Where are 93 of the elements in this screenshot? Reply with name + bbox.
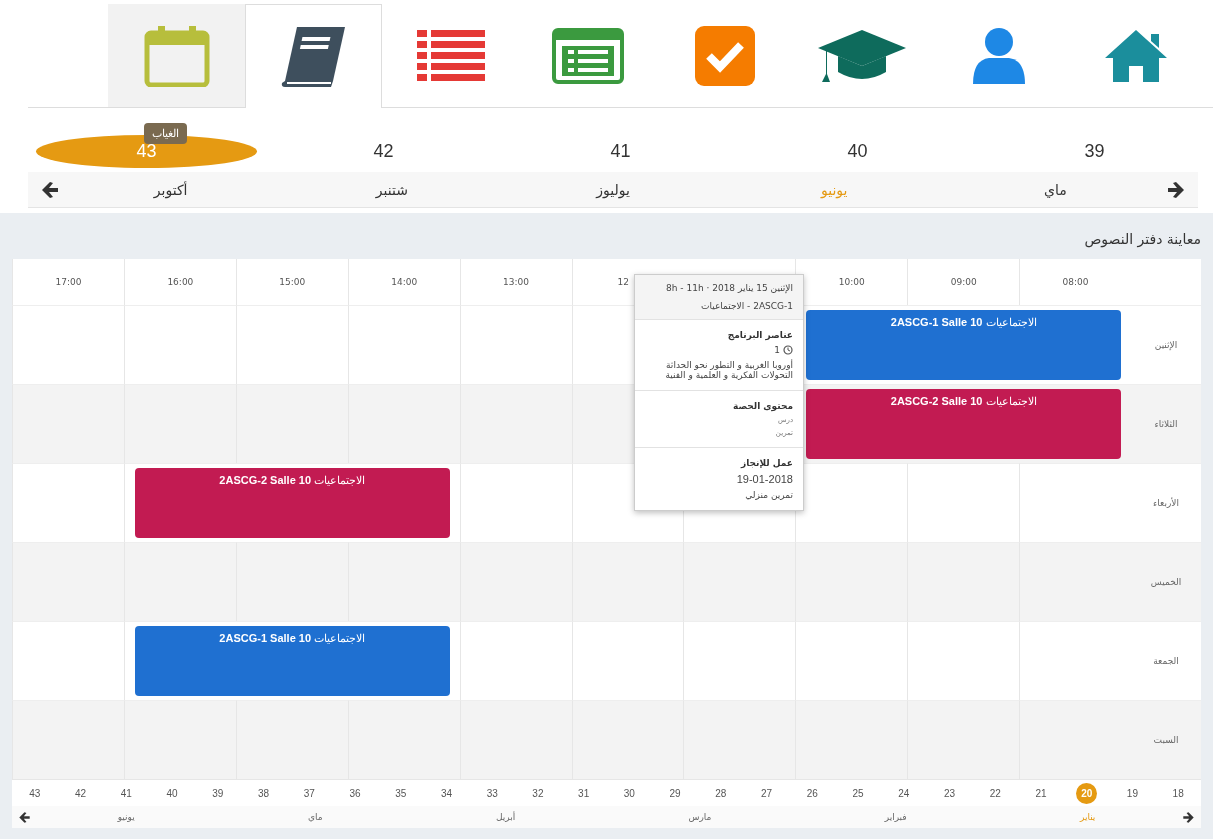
timetable-slot[interactable] [235,384,348,463]
timetable-slot[interactable] [683,700,796,779]
week-number[interactable]: 41 [596,137,645,165]
next-arrow-icon[interactable] [1166,179,1186,200]
timetable-slot[interactable] [459,384,572,463]
timetable-slot[interactable] [795,700,908,779]
day-label: الخميس [1131,542,1201,621]
timetable-slot[interactable] [459,700,572,779]
checkbox-icon [693,25,756,87]
timetable-slot[interactable] [571,700,684,779]
section-text: أوروبا الغربية و التطور نحو الحداثة التحولات الفكرية و العلمية و الفنية [664,360,793,380]
timetable-slot[interactable] [123,542,236,621]
day-label: الثلاثاء [1131,384,1201,463]
week-number[interactable]: 39 [212,787,224,799]
month-label[interactable]: يوليوز [596,181,630,198]
list-icon [414,28,487,84]
previous-arrow-icon[interactable] [18,810,31,824]
timetable-slot[interactable] [347,700,460,779]
next-arrow-icon[interactable] [1182,810,1195,824]
week-number[interactable]: 35 [395,787,407,799]
hour-label: 09:00 [907,259,1020,305]
month-label[interactable]: أبريل [495,812,516,822]
week-number[interactable]: 28 [715,787,727,799]
previous-arrow-icon[interactable] [40,179,60,200]
week-number[interactable]: 30 [623,787,635,799]
week-number[interactable]: 42 [359,137,408,165]
timetable-slot[interactable] [12,700,124,779]
clock-icon [783,345,793,355]
timetable-slot[interactable] [347,542,460,621]
section-text: تمرين منزلي [744,490,793,500]
hour-label: 17:00 [12,259,124,305]
timetable-slot[interactable] [12,384,124,463]
month-label[interactable]: ماي [1044,181,1067,198]
timetable-slot[interactable] [347,384,460,463]
panel-title: معاينة دفتر النصوص [1084,231,1201,247]
section-title: عناصر البرنامج [726,330,793,340]
week-number[interactable]: 24 [898,787,910,799]
week-number[interactable]: 39 [1070,137,1119,165]
week-number[interactable]: 18 [1172,787,1184,799]
week-number[interactable]: 19 [1126,787,1138,799]
week-number[interactable]: 26 [806,787,818,799]
timetable-slot[interactable] [235,542,348,621]
form-icon [551,28,624,84]
hour-label: 16:00 [123,259,236,305]
week-number[interactable]: 23 [943,787,956,799]
month-label[interactable]: ماي [308,812,323,822]
timetable-slot[interactable] [1019,542,1131,621]
week-number[interactable]: 40 [166,787,178,799]
week-number[interactable]: 33 [486,787,498,799]
month-label[interactable]: مارس [688,812,712,822]
timetable-slot[interactable] [123,700,236,779]
month-label[interactable]: أكتوبر [153,181,188,198]
month-label[interactable]: شتنبر [375,181,408,198]
timetable-slot[interactable] [123,384,236,463]
timetable-slot[interactable] [571,542,684,621]
due-date: 19-01-2018 [735,473,793,485]
timetable-slot[interactable] [12,542,124,621]
popover-class: 2ASCG-1 - الاجتماعيات [700,301,793,311]
week-number[interactable]: 42 [75,787,87,799]
week-number[interactable]: 38 [257,787,270,799]
timetable-slot[interactable] [683,542,796,621]
timetable-slot[interactable] [795,542,908,621]
week-number[interactable]: 21 [1035,787,1047,799]
item-number: 1 [774,345,780,355]
week-number[interactable]: 40 [833,137,882,165]
week-number[interactable]: 37 [303,787,315,799]
hour-label: 14:00 [347,259,460,305]
week-number[interactable]: 27 [761,787,773,799]
week-number[interactable]: 32 [532,787,544,799]
month-label[interactable]: فبراير [884,812,907,822]
section-title: عمل للإنجاز [739,458,793,468]
week-number[interactable]: 34 [440,787,452,799]
week-number[interactable]: 22 [989,787,1001,799]
nav-tab[interactable] [245,4,382,108]
timetable-slot[interactable] [1019,700,1131,779]
tooltip: الغياب [144,123,187,144]
calendar-icon [143,25,210,87]
hour-label: 15:00 [235,259,348,305]
week-number[interactable]: 41 [120,787,132,799]
hour-label: 08:00 [1019,259,1131,305]
week-number[interactable]: 25 [852,787,864,799]
timetable-slot[interactable] [459,542,572,621]
week-number[interactable]: 36 [349,787,361,799]
week-number[interactable]: 43 [29,787,41,799]
timetable-slot[interactable] [235,700,348,779]
timetable-slot[interactable] [907,700,1020,779]
day-label: السبت [1131,700,1201,779]
timetable-slot[interactable] [907,542,1020,621]
week-number[interactable]: 31 [578,787,590,799]
month-label[interactable]: يونيو [117,812,135,822]
section-title: محتوى الحصة [731,401,793,411]
week-number[interactable]: 29 [669,787,681,799]
hour-label: 13:00 [459,259,572,305]
